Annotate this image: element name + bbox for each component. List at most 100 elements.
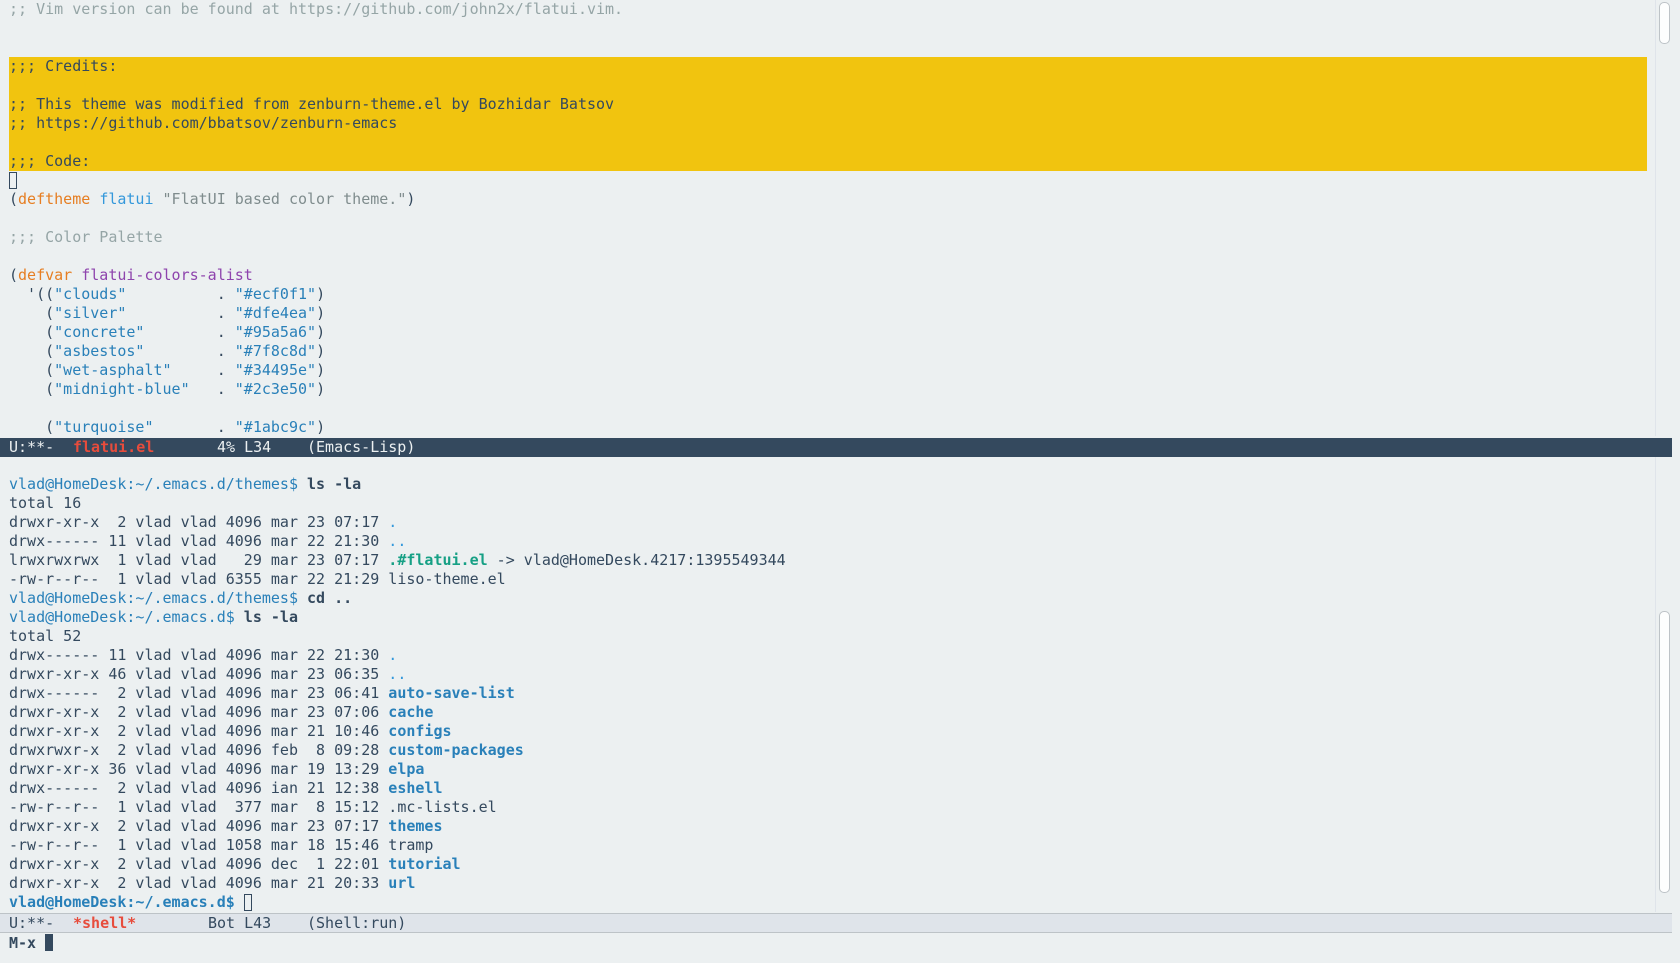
editor-token: ;; https://github.com/bbatsov/zenburn-em…: [9, 114, 398, 132]
modeline-major-mode[interactable]: (Shell:run): [307, 914, 406, 933]
shell-token: configs: [388, 722, 452, 740]
shell-line: drwxrwxr-x 2 vlad vlad 4096 feb 8 09:28 …: [9, 741, 524, 760]
editor-token: "#7f8c8d": [234, 342, 317, 360]
shell-token: .#flatui.el: [388, 551, 488, 569]
editor-line: ;;; Color Palette: [9, 228, 163, 247]
editor-token: "midnight-blue": [54, 380, 190, 398]
shell-line: drwxr-xr-x 2 vlad vlad 4096 mar 23 07:17…: [9, 513, 397, 532]
editor-token: .: [171, 361, 235, 379]
shell-token: -> vlad@HomeDesk.4217:1395549344: [487, 551, 786, 569]
shell-token: eshell: [388, 779, 443, 797]
minibuffer[interactable]: M-x: [0, 932, 1680, 963]
editor-token: ): [316, 304, 326, 322]
editor-token: .: [153, 418, 235, 436]
editor-token: [90, 190, 99, 208]
editor-token: "asbestos": [54, 342, 145, 360]
editor-token: "turquoise": [54, 418, 154, 436]
shell-cursor: [244, 894, 252, 911]
shell-token: [235, 893, 244, 911]
shell-token: vlad@HomeDesk:~/.emacs.d$: [9, 608, 235, 626]
editor-line: ("wet-asphalt" . "#34495e"): [9, 361, 325, 380]
editor-token: ): [316, 342, 326, 360]
shell-token: drwxr-xr-x 46 vlad vlad 4096 mar 23 06:3…: [9, 665, 389, 683]
shell-line: drwx------ 2 vlad vlad 4096 ian 21 12:38…: [9, 779, 442, 798]
editor-token: ;;; Code:: [9, 152, 91, 170]
editor-scrollbar[interactable]: [1655, 0, 1671, 436]
shell-line: vlad@HomeDesk:~/.emacs.d/themes$ ls -la: [9, 475, 361, 494]
editor-token: [154, 190, 163, 208]
shell-line: drwxr-xr-x 36 vlad vlad 4096 mar 19 13:2…: [9, 760, 424, 779]
editor-token: (: [9, 190, 19, 208]
shell-token: .: [388, 513, 398, 531]
editor-line: ("concrete" . "#95a5a6"): [9, 323, 325, 342]
editor-token: "#2c3e50": [234, 380, 317, 398]
shell-token: drwxrwxr-x 2 vlad vlad 4096 feb 8 09:28: [9, 741, 389, 759]
editor-cursor: [9, 172, 17, 189]
editor-token: flatui: [99, 190, 154, 208]
modeline-buffer-name[interactable]: *shell*: [73, 914, 136, 933]
editor-scroll-thumb[interactable]: [1659, 2, 1670, 44]
editor-token: '((: [9, 285, 55, 303]
editor-token: (: [9, 266, 19, 284]
shell-token: url: [388, 874, 416, 892]
shell-token: cd ..: [297, 589, 353, 607]
shell-token: drwx------ 11 vlad vlad 4096 mar 22 21:3…: [9, 532, 389, 550]
modeline-major-mode[interactable]: (Emacs-Lisp): [307, 438, 415, 457]
shell-token: ls -la: [234, 608, 298, 626]
shell-scroll-thumb[interactable]: [1659, 611, 1670, 893]
editor-token: (: [9, 342, 55, 360]
editor-token: flatui-colors-alist: [81, 266, 253, 284]
editor-token: "#95a5a6": [234, 323, 317, 341]
editor-pane[interactable]: ;; Vim version can be found at https://g…: [0, 0, 1648, 438]
shell-line: vlad@HomeDesk:~/.emacs.d/themes$ cd ..: [9, 589, 352, 608]
editor-token: ): [316, 380, 326, 398]
editor-line: (deftheme flatui "FlatUI based color the…: [9, 190, 415, 209]
shell-token: vlad@HomeDesk:~/.emacs.d$: [9, 893, 235, 911]
editor-token: "concrete": [54, 323, 145, 341]
editor-token: (: [9, 418, 55, 436]
editor-line: ;;; Code:: [9, 152, 90, 171]
editor-token: (: [9, 304, 55, 322]
modeline-buffer-name[interactable]: flatui.el: [73, 438, 154, 457]
editor-line: ("silver" . "#dfe4ea"): [9, 304, 325, 323]
shell-line: total 52: [9, 627, 81, 646]
shell-line: drwxr-xr-x 2 vlad vlad 4096 mar 21 10:46…: [9, 722, 452, 741]
minibuffer-cursor: [45, 934, 53, 951]
editor-token: defvar: [18, 266, 73, 284]
editor-token: ;; Vim version can be found at https://g…: [9, 0, 624, 18]
shell-line: -rw-r--r-- 1 vlad vlad 1058 mar 18 15:46…: [9, 836, 433, 855]
editor-token: ): [316, 323, 326, 341]
editor-token: [72, 266, 81, 284]
shell-line: drwxr-xr-x 2 vlad vlad 4096 dec 1 22:01 …: [9, 855, 461, 874]
editor-token: (: [9, 380, 55, 398]
shell-token: .: [388, 646, 398, 664]
shell-token: drwxr-xr-x 2 vlad vlad 4096 mar 21 20:33: [9, 874, 389, 892]
shell-token: vlad@HomeDesk:~/.emacs.d/themes$: [9, 475, 298, 493]
editor-token: .: [144, 342, 235, 360]
editor-token: ): [316, 361, 326, 379]
editor-token: "#dfe4ea": [234, 304, 317, 322]
shell-line: drwx------ 2 vlad vlad 4096 mar 23 06:41…: [9, 684, 515, 703]
shell-line: drwxr-xr-x 2 vlad vlad 4096 mar 21 20:33…: [9, 874, 415, 893]
shell-token: cache: [388, 703, 434, 721]
shell-line: -rw-r--r-- 1 vlad vlad 377 mar 8 15:12 .…: [9, 798, 497, 817]
editor-line: ;; https://github.com/bbatsov/zenburn-em…: [9, 114, 397, 133]
editor-token: "silver": [54, 304, 127, 322]
editor-token: "#ecf0f1": [234, 285, 317, 303]
shell-token: drwxr-xr-x 2 vlad vlad 4096 mar 23 07:06: [9, 703, 389, 721]
shell-scrollbar[interactable]: [1655, 457, 1671, 912]
shell-token: drwxr-xr-x 2 vlad vlad 4096 mar 23 07:17: [9, 513, 389, 531]
editor-token: "#34495e": [234, 361, 317, 379]
shell-token: -rw-r--r-- 1 vlad vlad 6355 mar 22 21:29…: [9, 570, 506, 588]
editor-token: ): [406, 190, 416, 208]
shell-token: -rw-r--r-- 1 vlad vlad 377 mar 8 15:12 .…: [9, 798, 497, 816]
shell-token: drwxr-xr-x 2 vlad vlad 4096 dec 1 22:01: [9, 855, 389, 873]
shell-token: themes: [388, 817, 443, 835]
editor-token: ;;; Credits:: [9, 57, 118, 75]
modeline-status: U:**-: [9, 438, 55, 456]
shell-token: drwx------ 2 vlad vlad 4096 mar 23 06:41: [9, 684, 389, 702]
shell-line: drwxr-xr-x 2 vlad vlad 4096 mar 23 07:17…: [9, 817, 442, 836]
shell-line: vlad@HomeDesk:~/.emacs.d$ ls -la: [9, 608, 298, 627]
editor-token: "wet-asphalt": [54, 361, 172, 379]
shell-line: -rw-r--r-- 1 vlad vlad 6355 mar 22 21:29…: [9, 570, 506, 589]
